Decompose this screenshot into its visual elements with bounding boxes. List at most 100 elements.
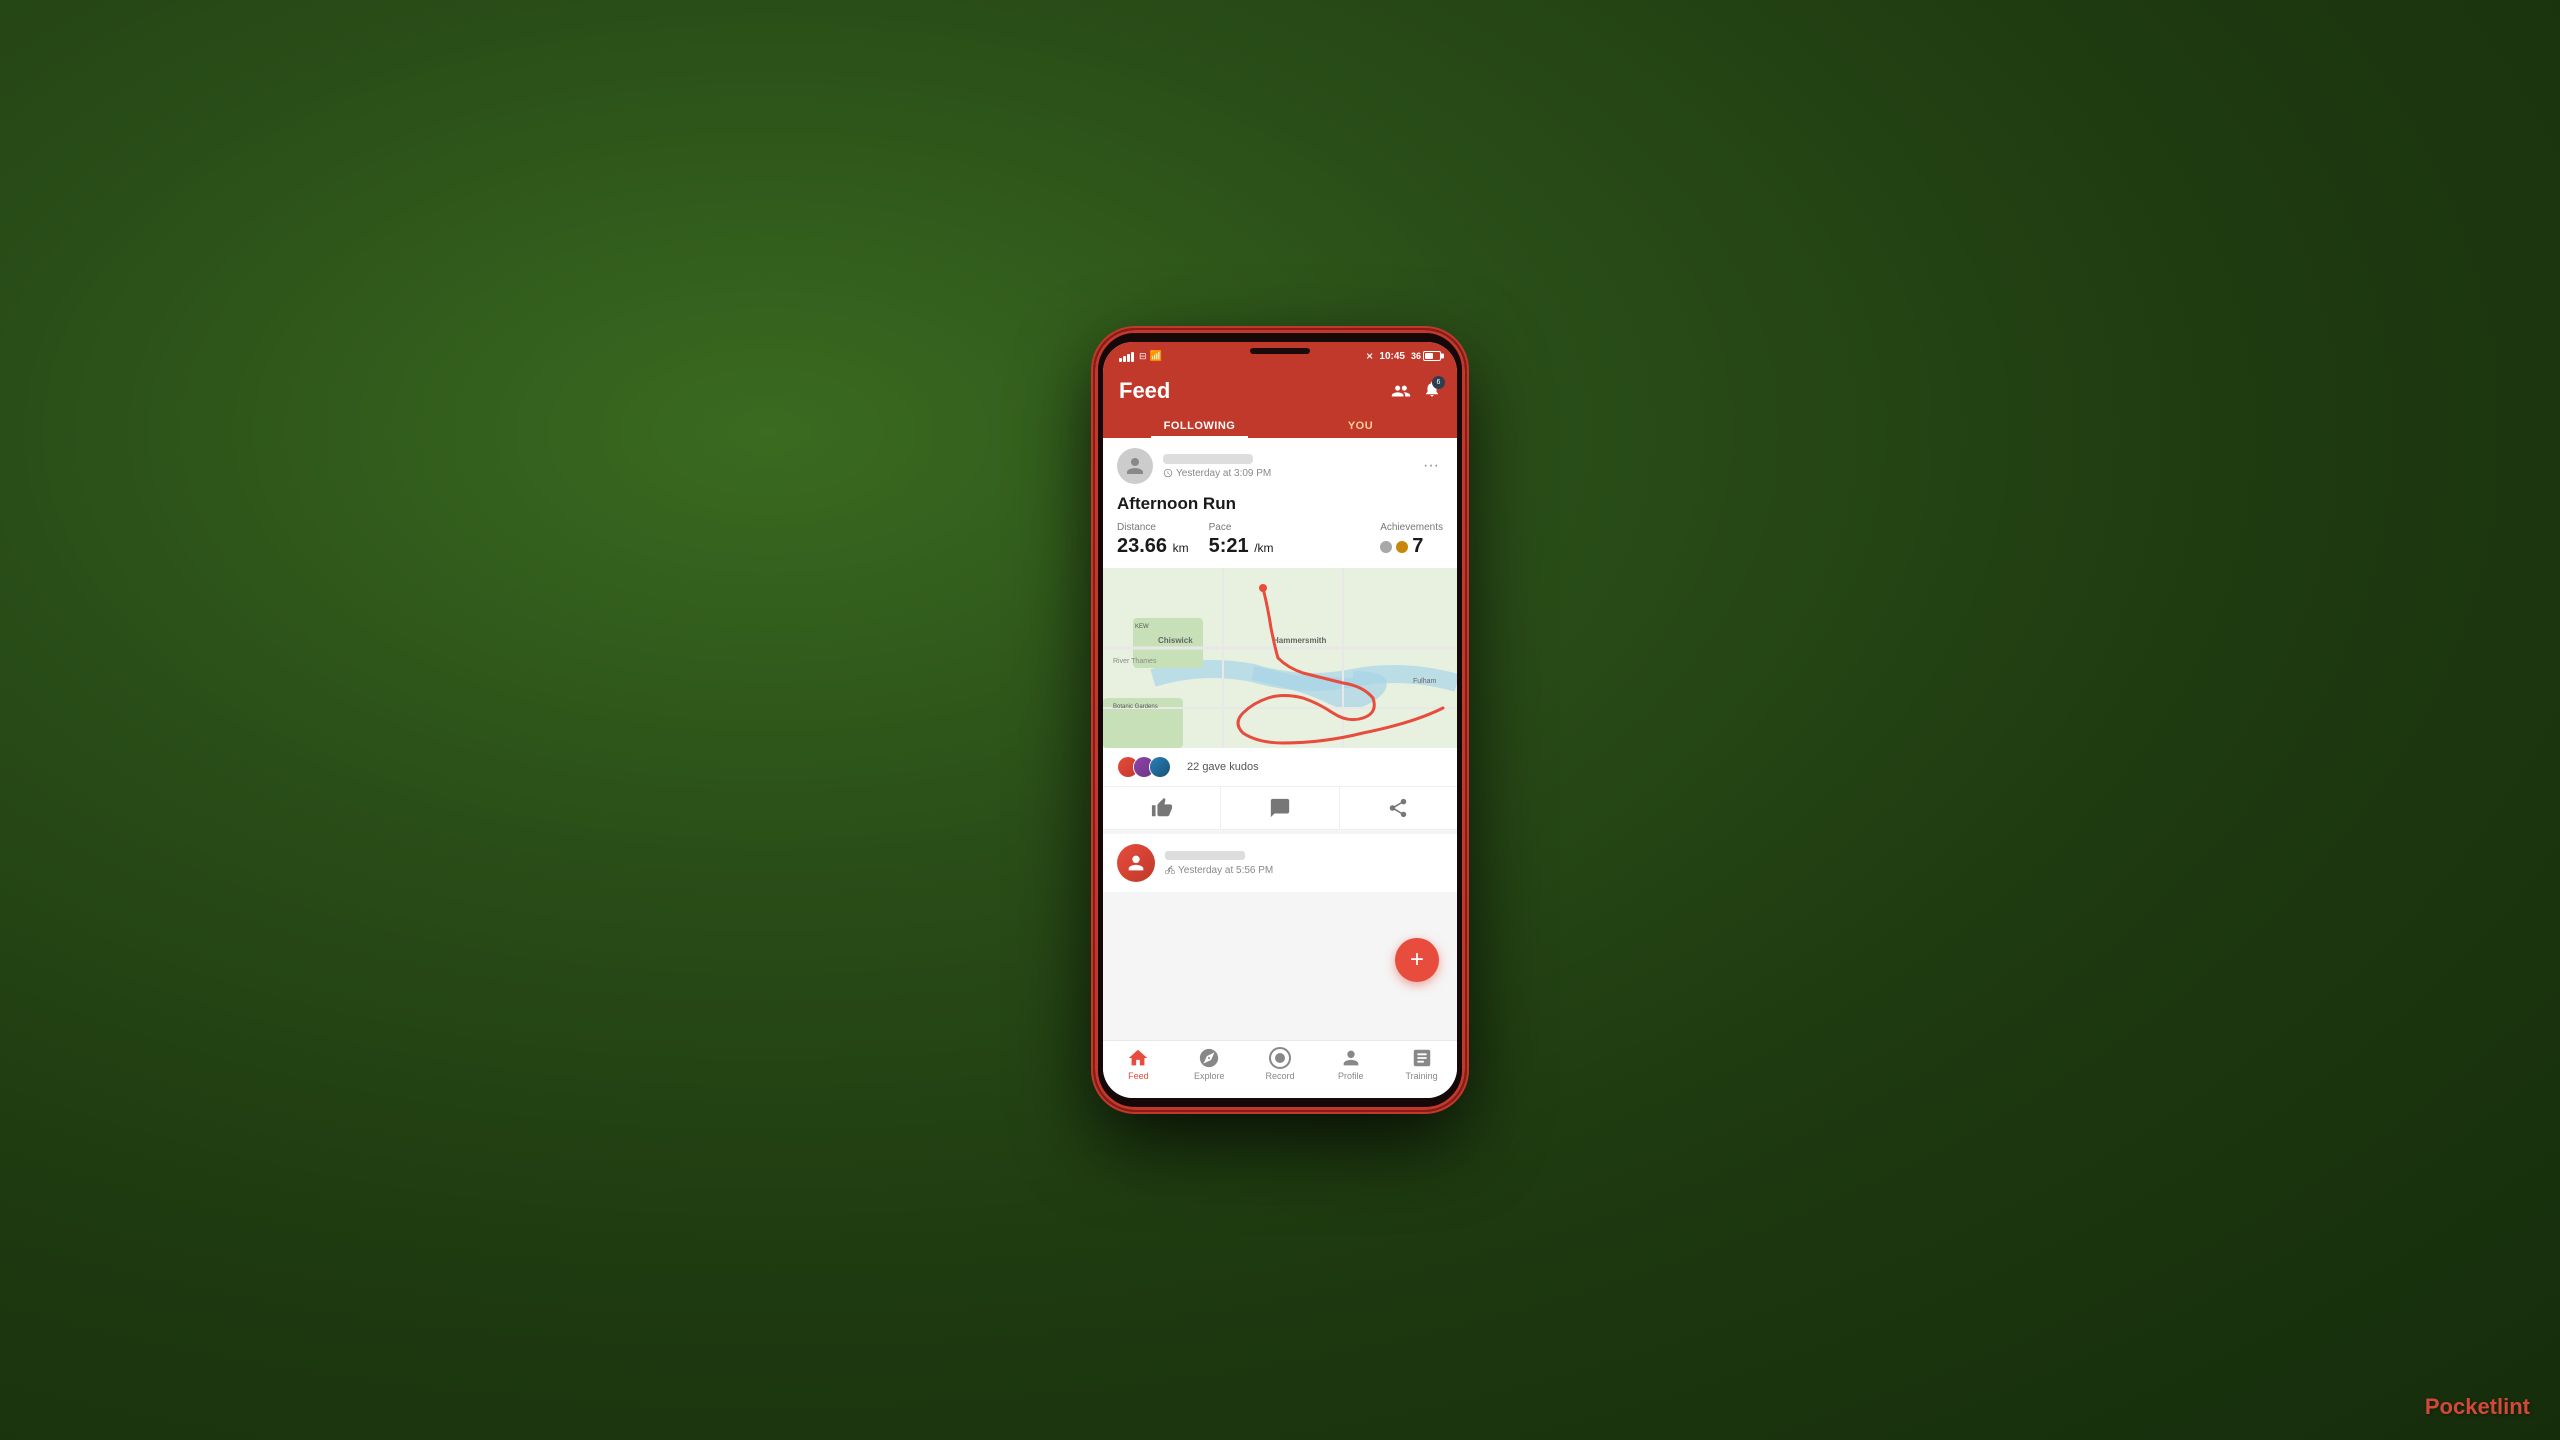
- nav-item-profile[interactable]: Profile: [1315, 1047, 1386, 1081]
- notifications-button[interactable]: 6: [1423, 380, 1441, 403]
- second-avatar-icon: [1125, 852, 1147, 874]
- battery-percent: 36: [1411, 351, 1421, 361]
- distance-stat: Distance 23.66 km: [1117, 522, 1189, 558]
- stats-row: Distance 23.66 km Pace 5:21 /km: [1103, 522, 1457, 568]
- nav-label-record: Record: [1265, 1071, 1294, 1081]
- battery-icon: [1423, 351, 1441, 361]
- explore-icon: [1198, 1047, 1220, 1069]
- second-timestamp-text: Yesterday at 5:56 PM: [1178, 865, 1273, 876]
- bluetooth-icon: ⨯: [1366, 351, 1374, 362]
- svg-text:KEW: KEW: [1135, 624, 1149, 630]
- achievements-stat: Achievements 7: [1380, 522, 1443, 558]
- nav-item-record[interactable]: Record: [1245, 1047, 1316, 1081]
- tab-you[interactable]: YOU: [1280, 412, 1441, 438]
- nav-item-feed[interactable]: Feed: [1103, 1047, 1174, 1081]
- notification-badge: 6: [1432, 376, 1445, 389]
- distance-number: 23.66: [1117, 535, 1167, 557]
- activity-map[interactable]: Chiswick Hammersmith River Thames KEW Bo…: [1103, 568, 1457, 748]
- status-time: 10:45: [1379, 351, 1405, 362]
- share-icon: [1387, 797, 1409, 819]
- activity-title: Afternoon Run: [1103, 490, 1457, 522]
- signal-bar-2: [1123, 356, 1126, 362]
- svg-text:Chiswick: Chiswick: [1158, 636, 1193, 645]
- svg-text:River Thames: River Thames: [1113, 658, 1157, 665]
- map-svg: Chiswick Hammersmith River Thames KEW Bo…: [1103, 568, 1457, 748]
- clock-icon: [1163, 468, 1173, 478]
- action-buttons: [1103, 787, 1457, 830]
- friends-button[interactable]: [1391, 381, 1411, 402]
- status-left: ⊟ 📶: [1119, 350, 1162, 362]
- distance-label: Distance: [1117, 522, 1189, 533]
- thumbs-up-icon: [1151, 797, 1173, 819]
- phone-device: ⊟ 📶 ⨯ 10:45 36: [1095, 330, 1465, 1110]
- svg-text:Hammersmith: Hammersmith: [1273, 636, 1326, 645]
- pace-value: 5:21 /km: [1209, 535, 1274, 558]
- svg-text:Botanic Gardens: Botanic Gardens: [1113, 704, 1158, 710]
- pace-number: 5:21: [1209, 535, 1249, 557]
- status-right: ⨯ 10:45 36: [1366, 351, 1441, 362]
- record-icon-container: [1269, 1047, 1291, 1069]
- nav-item-explore[interactable]: Explore: [1174, 1047, 1245, 1081]
- status-bar: ⊟ 📶 ⨯ 10:45 36: [1103, 342, 1457, 370]
- achievement-dot-1: [1380, 541, 1392, 553]
- nav-label-training: Training: [1405, 1071, 1437, 1081]
- nav-label-feed: Feed: [1128, 1071, 1149, 1081]
- achievements-icons: 7: [1380, 535, 1443, 558]
- nav-item-training[interactable]: Training: [1386, 1047, 1457, 1081]
- battery-container: 36: [1411, 351, 1441, 361]
- pace-label: Pace: [1209, 522, 1274, 533]
- speaker: [1250, 348, 1310, 354]
- training-icon: [1411, 1047, 1433, 1069]
- user-avatar[interactable]: [1117, 448, 1153, 484]
- phone-screen: ⊟ 📶 ⨯ 10:45 36: [1103, 342, 1457, 1098]
- home-icon: [1127, 1047, 1149, 1069]
- app-title: Feed: [1119, 378, 1170, 404]
- second-user-info: Yesterday at 5:56 PM: [1165, 851, 1443, 876]
- like-button[interactable]: [1103, 787, 1221, 829]
- battery-tip: [1441, 354, 1444, 359]
- more-options-button[interactable]: ···: [1419, 453, 1443, 479]
- kudos-count: 22: [1187, 761, 1199, 773]
- pace-stat: Pace 5:21 /km: [1209, 522, 1274, 558]
- avatar-icon: [1123, 454, 1147, 478]
- nav-label-explore: Explore: [1194, 1071, 1225, 1081]
- kudos-avatar-img-3: [1150, 757, 1170, 777]
- watermark-p: P: [2425, 1394, 2440, 1419]
- friends-icon: [1391, 381, 1411, 397]
- kudos-avatars: [1117, 756, 1171, 778]
- bike-icon: [1165, 865, 1175, 875]
- battery-fill: [1425, 353, 1433, 359]
- share-button[interactable]: [1340, 787, 1457, 829]
- achievement-dot-2: [1396, 541, 1408, 553]
- fab-add-button[interactable]: +: [1395, 938, 1439, 982]
- timestamp-text: Yesterday at 3:09 PM: [1176, 468, 1271, 479]
- second-timestamp: Yesterday at 5:56 PM: [1165, 865, 1443, 876]
- distance-unit: km: [1173, 541, 1189, 555]
- kudos-avatar-3: [1149, 756, 1171, 778]
- record-ring: [1269, 1047, 1291, 1069]
- distance-value: 23.66 km: [1117, 535, 1189, 558]
- activity-card: Yesterday at 3:09 PM ··· Afternoon Run D…: [1103, 438, 1457, 830]
- person-icon: [1340, 1047, 1362, 1069]
- comment-icon: [1269, 797, 1291, 819]
- achievements-label: Achievements: [1380, 522, 1443, 533]
- watermark: Pocketlint: [2425, 1394, 2530, 1420]
- second-post: Yesterday at 5:56 PM: [1103, 834, 1457, 892]
- comment-button[interactable]: [1221, 787, 1339, 829]
- pace-unit: /km: [1254, 541, 1273, 555]
- signal-bar-1: [1119, 358, 1122, 362]
- app-header: Feed 6: [1103, 370, 1457, 438]
- second-user-avatar[interactable]: [1117, 844, 1155, 882]
- signal-bar-4: [1131, 352, 1134, 362]
- kudos-text: 22 gave kudos: [1187, 761, 1259, 773]
- card-header: Yesterday at 3:09 PM ···: [1103, 438, 1457, 490]
- record-dot: [1275, 1053, 1285, 1063]
- main-content[interactable]: Yesterday at 3:09 PM ··· Afternoon Run D…: [1103, 438, 1457, 1040]
- second-username-blur: [1165, 851, 1245, 860]
- watermark-text: ocketlint: [2440, 1394, 2530, 1419]
- activity-timestamp: Yesterday at 3:09 PM: [1163, 468, 1409, 479]
- signal-bar-3: [1127, 354, 1130, 362]
- achievements-count: 7: [1412, 535, 1423, 558]
- kudos-label: gave kudos: [1202, 761, 1258, 773]
- tab-following[interactable]: FOLLOWING: [1119, 412, 1280, 438]
